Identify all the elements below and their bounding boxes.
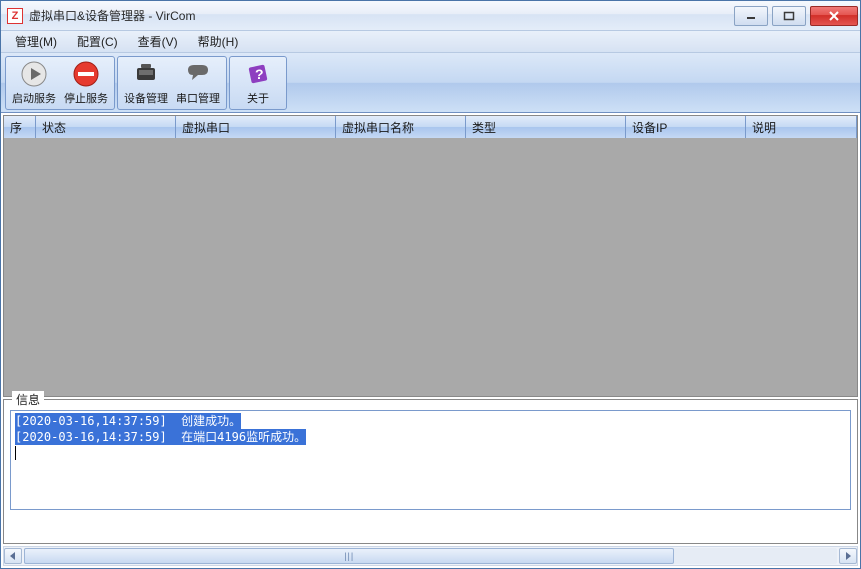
horizontal-scrollbar[interactable]: ||| — [3, 546, 858, 566]
col-device-ip[interactable]: 设备IP — [626, 116, 746, 138]
chat-icon — [183, 60, 213, 88]
col-status[interactable]: 状态 — [36, 116, 176, 138]
device-manage-button[interactable]: 设备管理 — [120, 59, 172, 107]
menu-config[interactable]: 配置(C) — [67, 31, 128, 52]
svg-text:?: ? — [255, 66, 264, 82]
scroll-track[interactable]: ||| — [24, 548, 837, 564]
menu-manage[interactable]: 管理(M) — [5, 31, 67, 52]
tool-label: 设备管理 — [124, 90, 168, 106]
about-button[interactable]: ? 关于 — [232, 59, 284, 107]
window-controls — [730, 6, 858, 26]
device-icon — [131, 60, 161, 88]
stop-icon — [71, 60, 101, 88]
help-book-icon: ? — [243, 60, 273, 88]
table-body[interactable] — [4, 138, 857, 396]
menu-view[interactable]: 查看(V) — [128, 31, 188, 52]
titlebar: Z 虚拟串口&设备管理器 - VirCom — [1, 1, 860, 31]
info-panel-title: 信息 — [12, 391, 44, 408]
col-index[interactable]: 序 — [4, 116, 36, 138]
close-button[interactable] — [810, 6, 858, 26]
toolbar: 启动服务 停止服务 — [1, 53, 860, 113]
tool-label: 关于 — [247, 90, 269, 106]
minimize-icon — [745, 11, 757, 21]
maximize-icon — [783, 11, 795, 21]
chevron-left-icon — [9, 552, 17, 560]
scroll-left-button[interactable] — [4, 548, 22, 564]
text-caret — [15, 446, 16, 460]
log-line: [2020-03-16,14:37:59] 创建成功。 — [15, 413, 241, 429]
stop-service-button[interactable]: 停止服务 — [60, 59, 112, 107]
col-virtual-port-name[interactable]: 虚拟串口名称 — [336, 116, 466, 138]
menubar: 管理(M) 配置(C) 查看(V) 帮助(H) — [1, 31, 860, 53]
log-line: [2020-03-16,14:37:59] 在端口4196监听成功。 — [15, 429, 306, 445]
app-icon: Z — [7, 8, 23, 24]
menu-help[interactable]: 帮助(H) — [188, 31, 249, 52]
scroll-thumb[interactable]: ||| — [24, 548, 674, 564]
tool-label: 串口管理 — [176, 90, 220, 106]
toolbar-group-manage: 设备管理 串口管理 — [117, 56, 227, 110]
window-title: 虚拟串口&设备管理器 - VirCom — [29, 7, 730, 24]
log-area[interactable]: [2020-03-16,14:37:59] 创建成功。 [2020-03-16,… — [10, 410, 851, 510]
minimize-button[interactable] — [734, 6, 768, 26]
toolbar-group-service: 启动服务 停止服务 — [5, 56, 115, 110]
window-frame: Z 虚拟串口&设备管理器 - VirCom 管理(M) 配置(C) 查看(V) … — [0, 0, 861, 569]
table-header: 序 状态 虚拟串口 虚拟串口名称 类型 设备IP 说明 — [4, 116, 857, 138]
info-panel: 信息 [2020-03-16,14:37:59] 创建成功。 [2020-03-… — [3, 399, 858, 544]
device-table: 序 状态 虚拟串口 虚拟串口名称 类型 设备IP 说明 — [3, 115, 858, 397]
scroll-right-button[interactable] — [839, 548, 857, 564]
close-icon — [827, 11, 841, 21]
tool-label: 停止服务 — [64, 90, 108, 106]
chevron-right-icon — [844, 552, 852, 560]
toolbar-group-about: ? 关于 — [229, 56, 287, 110]
tool-label: 启动服务 — [12, 90, 56, 106]
serial-manage-button[interactable]: 串口管理 — [172, 59, 224, 107]
col-description[interactable]: 说明 — [746, 116, 857, 138]
col-virtual-port[interactable]: 虚拟串口 — [176, 116, 336, 138]
start-service-button[interactable]: 启动服务 — [8, 59, 60, 107]
play-icon — [19, 60, 49, 88]
col-type[interactable]: 类型 — [466, 116, 626, 138]
maximize-button[interactable] — [772, 6, 806, 26]
